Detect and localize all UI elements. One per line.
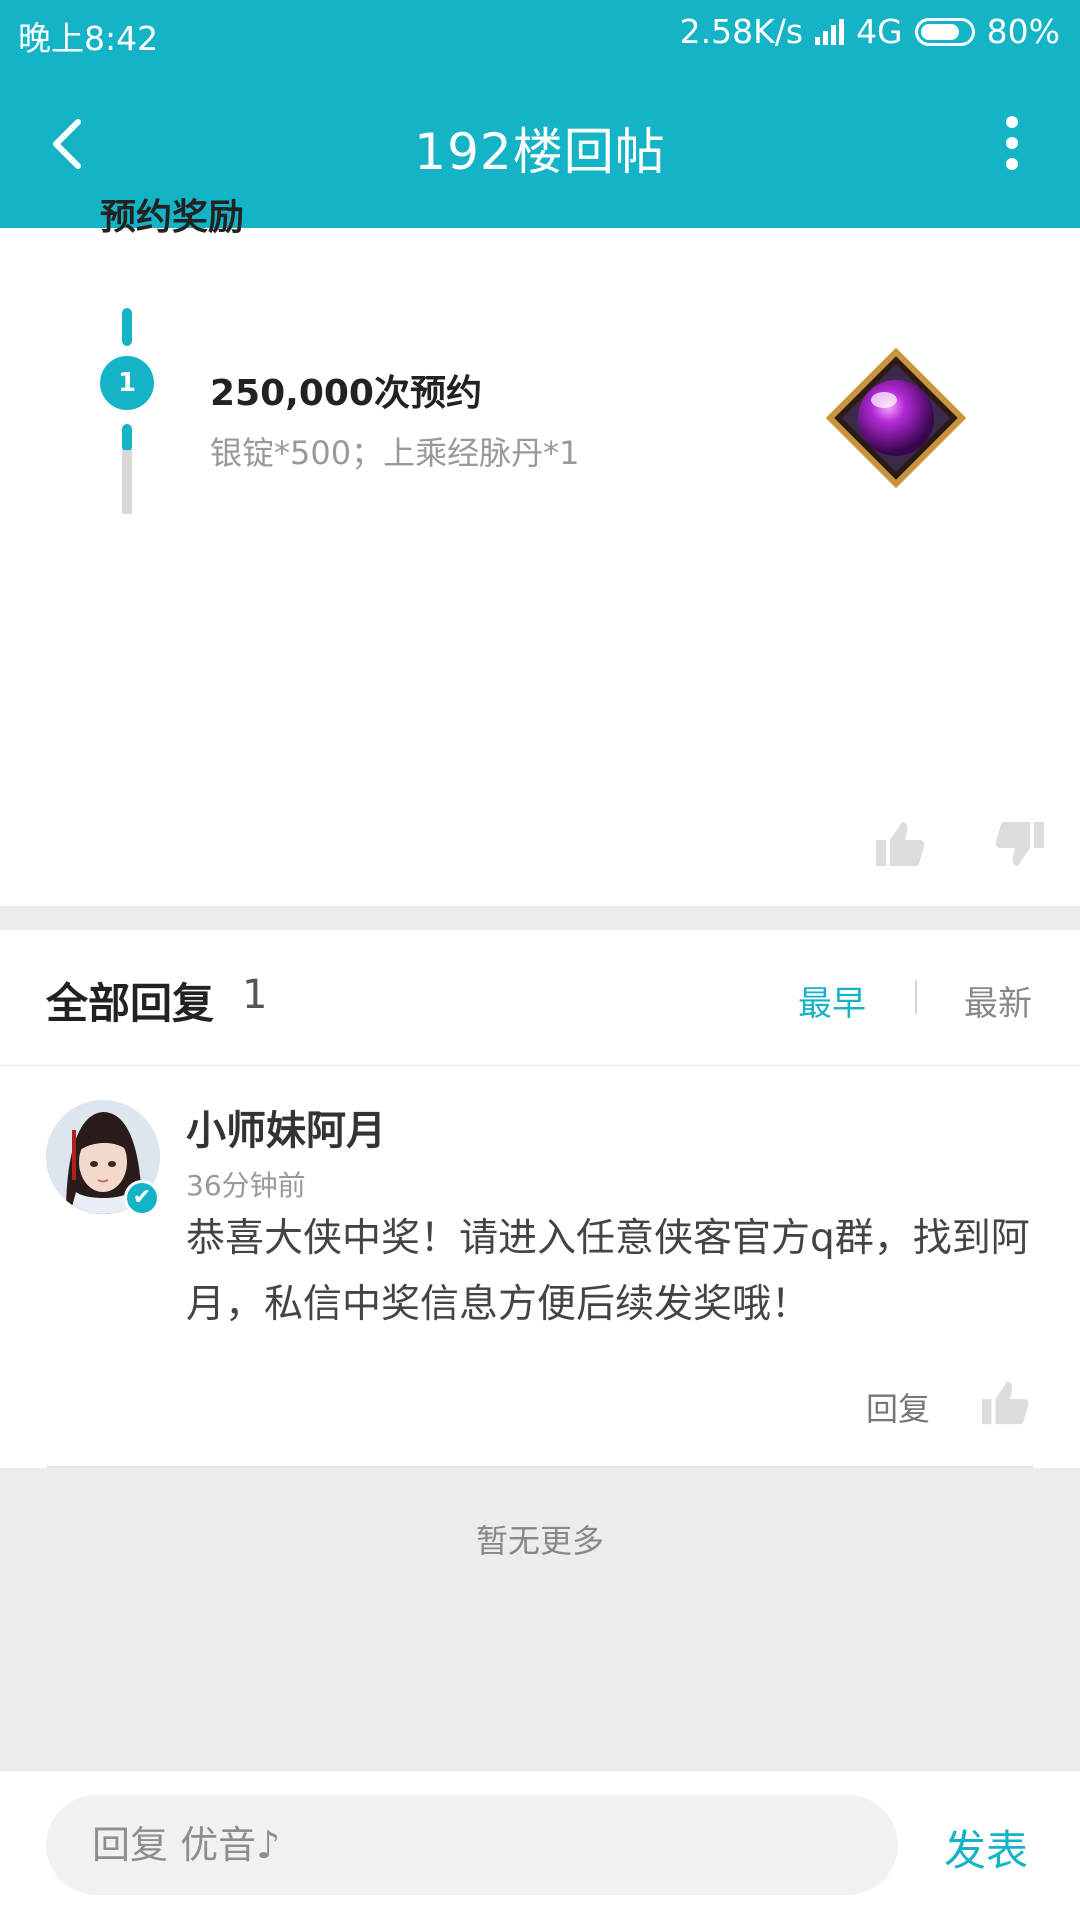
no-more-text: 暂无更多 [475, 1522, 604, 1560]
bottom-input-bar: 发表 [0, 1770, 1080, 1920]
network-speed: 2.58K/s [679, 12, 804, 51]
purple-gem-icon [825, 347, 967, 489]
thumbs-up-icon[interactable] [980, 1378, 1030, 1428]
thumbs-up-icon[interactable] [874, 818, 926, 870]
thumbs-down-icon[interactable] [994, 818, 1046, 870]
no-more-section: 暂无更多 [0, 1468, 1080, 1770]
reward-description: 银锭*500；上乘经脉丹*1 [210, 434, 580, 472]
post-content: 预约奖励 1 250,000次预约 银锭*500；上乘经脉丹*1 [0, 197, 1080, 908]
status-right: 2.58K/s 4G 80% [680, 12, 1060, 51]
reply-text: 恭喜大侠中奖！请进入任意侠客官方q群，找到阿月，私信中奖信息方便后续发奖哦！ [186, 1216, 1030, 1327]
section-title: 预约奖励 [100, 197, 245, 238]
verified-badge-icon: ✔ [124, 1180, 160, 1216]
reply-input[interactable] [46, 1795, 898, 1895]
reply-time: 36分钟前 [186, 1169, 306, 1202]
sort-divider [915, 980, 917, 1014]
section-divider [0, 906, 1080, 930]
replies-count: 1 [242, 972, 268, 1018]
reply-item: ✔ 小师妹阿月 36分钟前 恭喜大侠中奖！请进入任意侠客官方q群，找到阿月，私信… [0, 1066, 1080, 1468]
send-button[interactable]: 发表 [944, 1817, 1028, 1878]
more-vertical-icon[interactable] [1000, 116, 1024, 172]
status-bar: 晚上8:42 2.58K/s 4G 80% [0, 0, 1080, 60]
replies-header: 全部回复 1 最早 最新 [0, 930, 1080, 1066]
battery-level: 80% [986, 12, 1060, 51]
network-type: 4G [856, 12, 903, 51]
status-time: 晚上8:42 [18, 19, 159, 58]
replies-label: 全部回复 [46, 979, 215, 1028]
sort-newest-button[interactable]: 最新 [964, 976, 1032, 1025]
timeline-segment [122, 424, 132, 452]
reward-title: 250,000次预约 [210, 373, 482, 414]
reply-author[interactable]: 小师妹阿月 [186, 1098, 386, 1156]
reply-button[interactable]: 回复 [866, 1384, 930, 1430]
page-title: 192楼回帖 [414, 123, 666, 181]
timeline-node: 1 [100, 356, 154, 410]
timeline-segment [122, 450, 132, 514]
battery-icon [914, 17, 975, 46]
timeline-segment [122, 308, 132, 346]
signal-icon [815, 18, 845, 45]
sort-earliest-button[interactable]: 最早 [798, 976, 866, 1025]
